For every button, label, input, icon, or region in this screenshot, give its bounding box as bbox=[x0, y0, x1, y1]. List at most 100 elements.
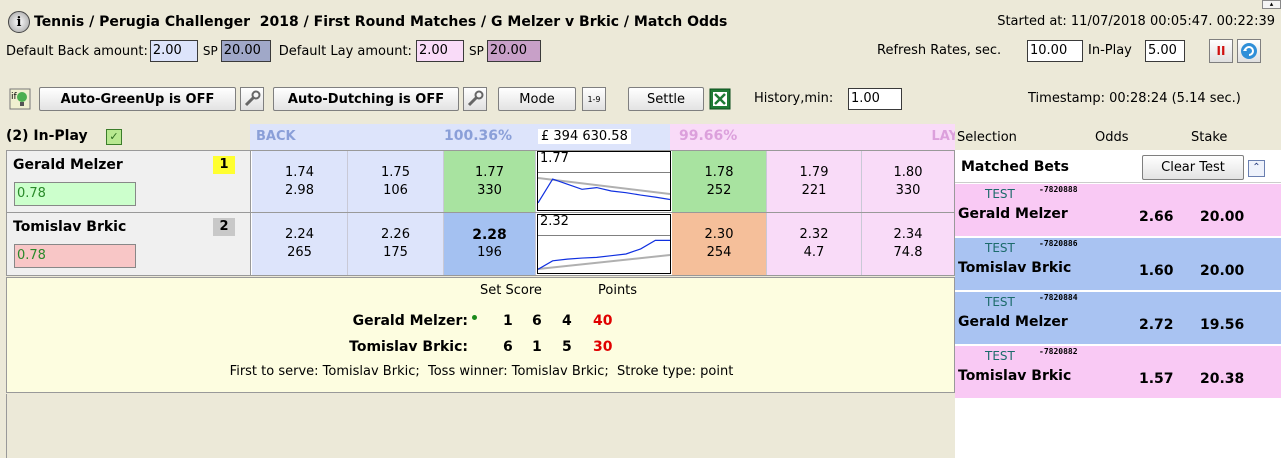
score-player-name: Gerald Melzer: bbox=[352, 313, 468, 329]
refresh-icon[interactable] bbox=[1237, 39, 1261, 63]
back-price-cell[interactable]: 1.75 106 bbox=[348, 151, 444, 212]
match-info: First to serve: Tomislav Brkic; Toss win… bbox=[229, 364, 734, 379]
lay-percent: 99.66% bbox=[679, 128, 738, 144]
lay-sp-input[interactable]: 20.00 bbox=[486, 40, 541, 62]
best-back-price-cell[interactable]: 1.77 330 bbox=[444, 151, 536, 212]
clear-test-button[interactable]: Clear Test bbox=[1142, 155, 1244, 180]
set-score: 6 bbox=[532, 313, 542, 329]
back-odds: 2.28 bbox=[472, 227, 507, 243]
collapse-icon[interactable]: ⌃ bbox=[1248, 160, 1265, 177]
lay-odds: 2.34 bbox=[893, 227, 923, 242]
lay-odds: 1.79 bbox=[799, 164, 829, 180]
col-odds: Odds bbox=[1095, 130, 1129, 145]
game-points: 30 bbox=[593, 339, 613, 355]
market-header: (2) In-Play ✓ BACK 100.36% £ 394 630.58 … bbox=[0, 124, 958, 150]
points-label: Points bbox=[598, 283, 638, 298]
runner-name: Tomislav Brkic bbox=[13, 219, 127, 235]
lay-odds: 1.80 bbox=[893, 164, 923, 180]
bet-selection: Tomislav Brkic bbox=[958, 368, 1072, 384]
best-lay-price-cell[interactable]: 2.30 254 bbox=[672, 213, 767, 275]
back-odds: 2.24 bbox=[285, 227, 314, 242]
bet-reference: -7820888 bbox=[1039, 185, 1078, 194]
runner-pl-box[interactable]: 0.78 bbox=[14, 182, 136, 206]
runner-name-cell[interactable]: Tomislav Brkic 2 0.78 bbox=[7, 213, 251, 275]
window-top-bar bbox=[0, 0, 1281, 8]
dutching-settings-icon[interactable] bbox=[463, 87, 487, 111]
set-score-label: Set Score bbox=[480, 283, 542, 298]
lay-price-cell[interactable]: 2.32 4.7 bbox=[767, 213, 862, 275]
bulb-icon[interactable]: if bbox=[9, 88, 31, 110]
bet-odds: 1.60 bbox=[1139, 263, 1174, 279]
auto-dutching-button[interactable]: Auto-Dutching is OFF bbox=[273, 87, 459, 111]
excel-icon[interactable] bbox=[709, 88, 731, 110]
history-label: History,min: bbox=[754, 91, 834, 106]
bet-reference: -7820886 bbox=[1039, 239, 1078, 248]
set-score: 6 bbox=[503, 339, 513, 355]
default-back-label: Default Back amount: bbox=[6, 43, 148, 59]
bet-item[interactable]: TEST -7820882 Tomislav Brkic 1.57 20.38 bbox=[955, 346, 1281, 400]
back-price-cell[interactable]: 1.74 2.98 bbox=[252, 151, 348, 212]
serving-indicator-icon bbox=[472, 315, 477, 320]
bets-column-header: Selection Odds Stake bbox=[955, 124, 1281, 150]
lay-amount: 74.8 bbox=[893, 245, 923, 260]
history-input[interactable]: 1.00 bbox=[848, 88, 902, 110]
svg-text:if: if bbox=[11, 92, 18, 102]
back-amount: 265 bbox=[287, 245, 312, 260]
pause-icon[interactable]: II bbox=[1209, 39, 1233, 63]
back-sp-input[interactable]: 20.00 bbox=[220, 40, 271, 62]
runners-grid: Gerald Melzer 1 0.78 Tomislav Brkic 2 0.… bbox=[6, 150, 955, 276]
runner-pl-box[interactable]: 0.78 bbox=[14, 244, 136, 268]
back-odds: 2.26 bbox=[381, 227, 410, 242]
bet-item[interactable]: TEST -7820884 Gerald Melzer 2.72 19.56 bbox=[955, 292, 1281, 346]
back-price-cell[interactable]: 2.24 265 bbox=[252, 213, 348, 275]
bet-tag: TEST bbox=[985, 241, 1015, 255]
lay-amount: 221 bbox=[801, 182, 827, 198]
col-selection: Selection bbox=[957, 130, 1017, 145]
inplay-input[interactable]: 5.00 bbox=[1145, 40, 1185, 62]
refresh-rates-label: Refresh Rates, sec. bbox=[877, 43, 1002, 58]
back-amount: 175 bbox=[383, 245, 408, 260]
ladder-icon[interactable]: 1-9 bbox=[582, 87, 606, 111]
price-trend-chart: 1.77 bbox=[537, 151, 671, 211]
lay-odds: 2.30 bbox=[704, 227, 734, 242]
bet-stake: 20.00 bbox=[1200, 263, 1245, 279]
score-panel: Set Score Points Gerald Melzer: 1 6 4 40… bbox=[6, 277, 955, 393]
matched-bets-title: Matched Bets bbox=[961, 159, 1069, 175]
settle-button[interactable]: Settle bbox=[628, 87, 704, 111]
runner-name-cell[interactable]: Gerald Melzer 1 0.78 bbox=[7, 151, 251, 212]
bet-odds: 2.66 bbox=[1139, 209, 1174, 225]
price-trend-chart: 2.32 bbox=[537, 214, 671, 274]
default-lay-input[interactable]: 2.00 bbox=[415, 40, 464, 62]
inplay-status: (2) In-Play bbox=[6, 128, 88, 144]
back-price-cell[interactable]: 2.26 175 bbox=[348, 213, 444, 275]
back-sp-label: SP bbox=[202, 44, 218, 58]
greenup-settings-icon[interactable] bbox=[240, 87, 264, 111]
info-icon[interactable]: i bbox=[8, 11, 30, 33]
lay-price-cell[interactable]: 1.80 330 bbox=[862, 151, 954, 212]
empty-area bbox=[6, 394, 955, 458]
lay-amount: 254 bbox=[706, 245, 732, 260]
best-lay-price-cell[interactable]: 1.78 252 bbox=[672, 151, 767, 212]
header-row: i Tennis / Perugia Challenger 2018 / Fir… bbox=[0, 8, 1281, 36]
runner-name: Gerald Melzer bbox=[13, 157, 123, 173]
breadcrumb: Tennis / Perugia Challenger 2018 / First… bbox=[34, 14, 728, 30]
runner-number-badge: 1 bbox=[213, 156, 235, 174]
bet-item[interactable]: TEST -7820886 Tomislav Brkic 1.60 20.00 bbox=[955, 238, 1281, 292]
best-back-price-cell[interactable]: 2.28 196 bbox=[444, 213, 536, 275]
set-score: 5 bbox=[562, 339, 572, 355]
back-amount: 330 bbox=[477, 182, 502, 198]
back-odds: 1.75 bbox=[381, 164, 410, 180]
mode-button[interactable]: Mode bbox=[498, 87, 576, 111]
default-back-input[interactable]: 2.00 bbox=[149, 40, 198, 62]
bet-item[interactable]: TEST -7820888 Gerald Melzer 2.66 20.00 bbox=[955, 184, 1281, 238]
settings-row: Default Back amount: 2.00 SP 20.00 Defau… bbox=[0, 37, 1281, 65]
lay-price-cell[interactable]: 1.79 221 bbox=[767, 151, 862, 212]
last-traded-price: 2.32 bbox=[540, 214, 569, 229]
bet-tag: TEST bbox=[985, 349, 1015, 363]
auto-greenup-button[interactable]: Auto-GreenUp is OFF bbox=[39, 87, 236, 111]
lay-amount: 252 bbox=[706, 182, 732, 198]
bet-odds: 1.57 bbox=[1139, 371, 1174, 387]
lay-price-cell[interactable]: 2.34 74.8 bbox=[862, 213, 954, 275]
refresh-rates-input[interactable]: 10.00 bbox=[1027, 40, 1083, 62]
timestamp: Timestamp: 00:28:24 (5.14 sec.) bbox=[1028, 91, 1241, 106]
